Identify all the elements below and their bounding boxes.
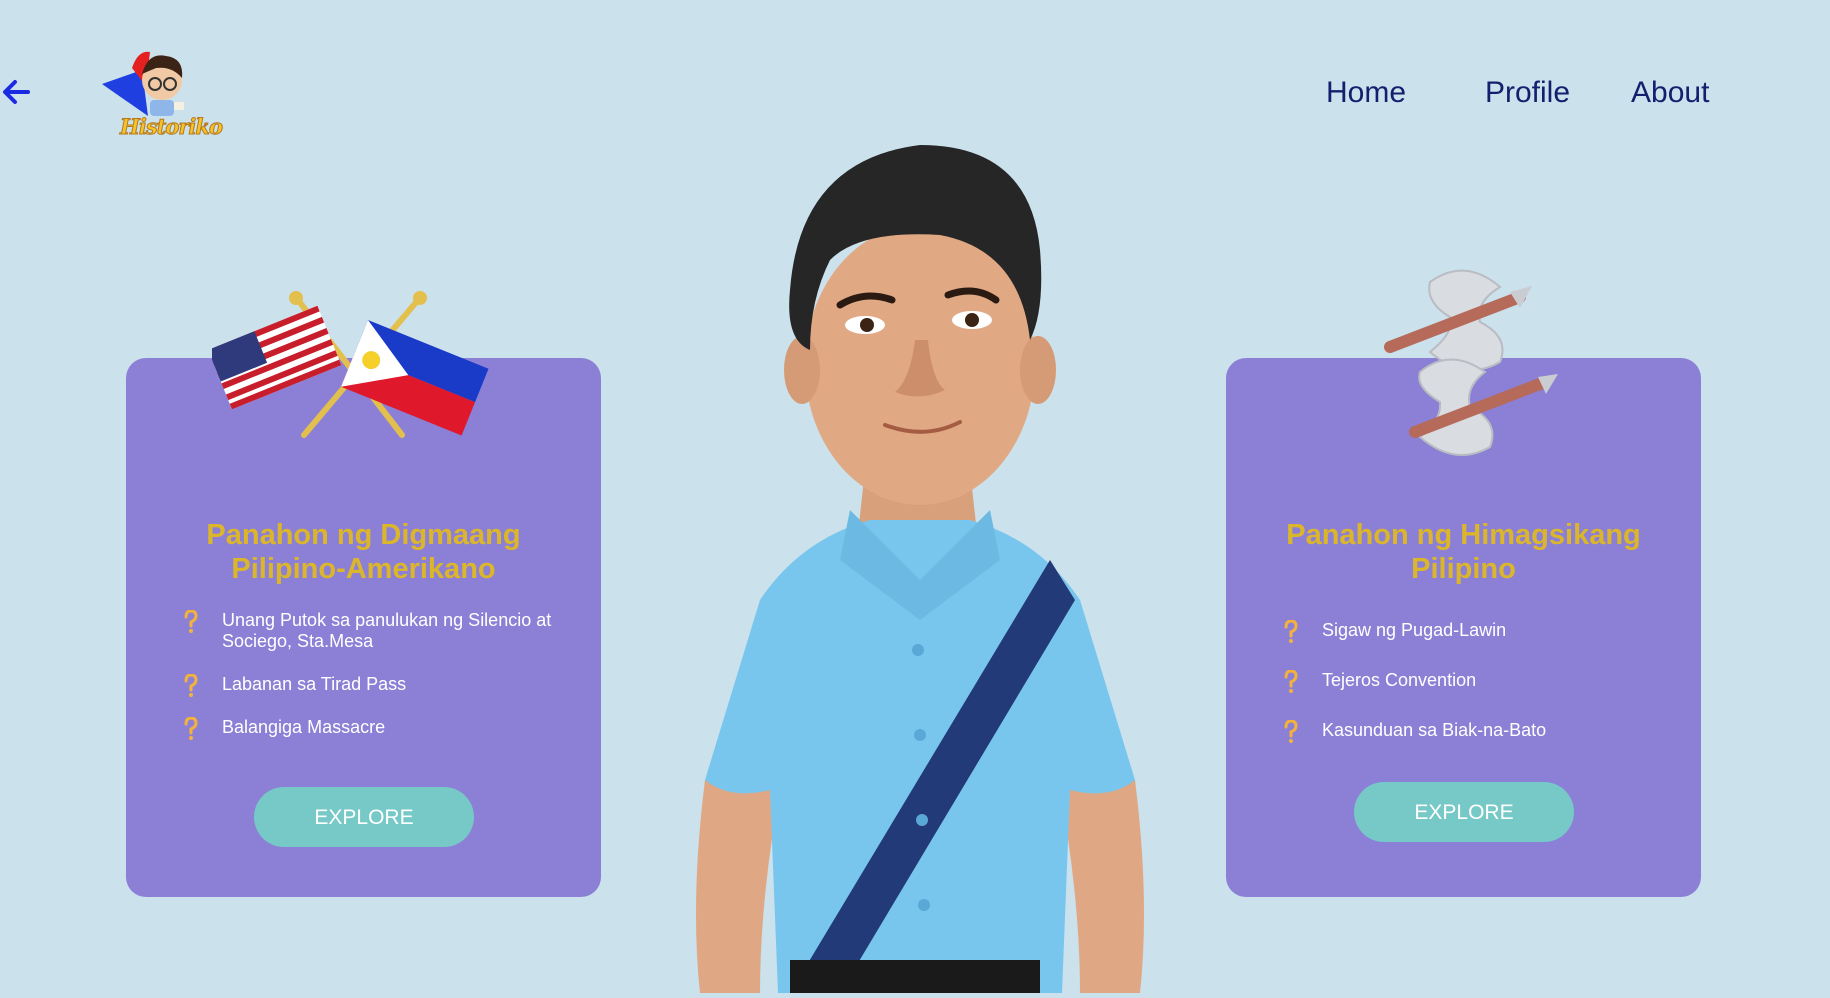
crossed-flags-image [208, 290, 518, 440]
list-item-label: Labanan sa Tirad Pass [222, 674, 407, 694]
topic-list: Unang Putok sa panulukan ng Silencio at … [184, 609, 561, 760]
explore-button[interactable]: EXPLORE [254, 787, 474, 847]
question-mark-icon [1284, 619, 1298, 644]
list-item[interactable]: Sigaw ng Pugad-Lawin [1284, 619, 1661, 644]
character-avatar [690, 140, 1150, 993]
list-item-label: Kasunduan sa Biak-na-Bato [1322, 720, 1547, 740]
list-item[interactable]: Tejeros Convention [1284, 669, 1661, 694]
list-item[interactable]: Kasunduan sa Biak-na-Bato [1284, 719, 1661, 744]
list-item[interactable]: Labanan sa Tirad Pass [184, 673, 561, 698]
question-mark-icon [1284, 669, 1298, 694]
question-mark-icon [184, 673, 198, 698]
list-item-label: Unang Putok sa panulukan ng Silencio at … [222, 610, 552, 651]
list-item[interactable]: Balangiga Massacre [184, 716, 561, 741]
logo-text: Historiko [120, 114, 224, 140]
question-mark-icon [1284, 719, 1298, 744]
top-nav: Home Profile About [0, 76, 1830, 116]
topic-list: Sigaw ng Pugad-Lawin Tejeros Convention … [1284, 619, 1661, 770]
list-item[interactable]: Unang Putok sa panulukan ng Silencio at … [184, 609, 561, 652]
card-title: Panahon ng Himagsikang Pilipino [1286, 519, 1641, 586]
nav-about-link[interactable]: About [1631, 76, 1709, 110]
arrow-left-icon[interactable] [0, 80, 32, 112]
list-item-label: Tejeros Convention [1322, 670, 1477, 690]
list-item-label: Sigaw ng Pugad-Lawin [1322, 620, 1507, 640]
explore-button[interactable]: EXPLORE [1354, 782, 1574, 842]
question-mark-icon [184, 716, 198, 741]
list-item-label: Balangiga Massacre [222, 717, 386, 737]
card-title: Panahon ng Digmaang Pilipino-Amerikano [206, 519, 521, 586]
nav-profile-link[interactable]: Profile [1485, 76, 1570, 110]
question-mark-icon [184, 609, 198, 634]
nav-home-link[interactable]: Home [1326, 76, 1406, 110]
crossed-axes-image [1370, 262, 1560, 467]
